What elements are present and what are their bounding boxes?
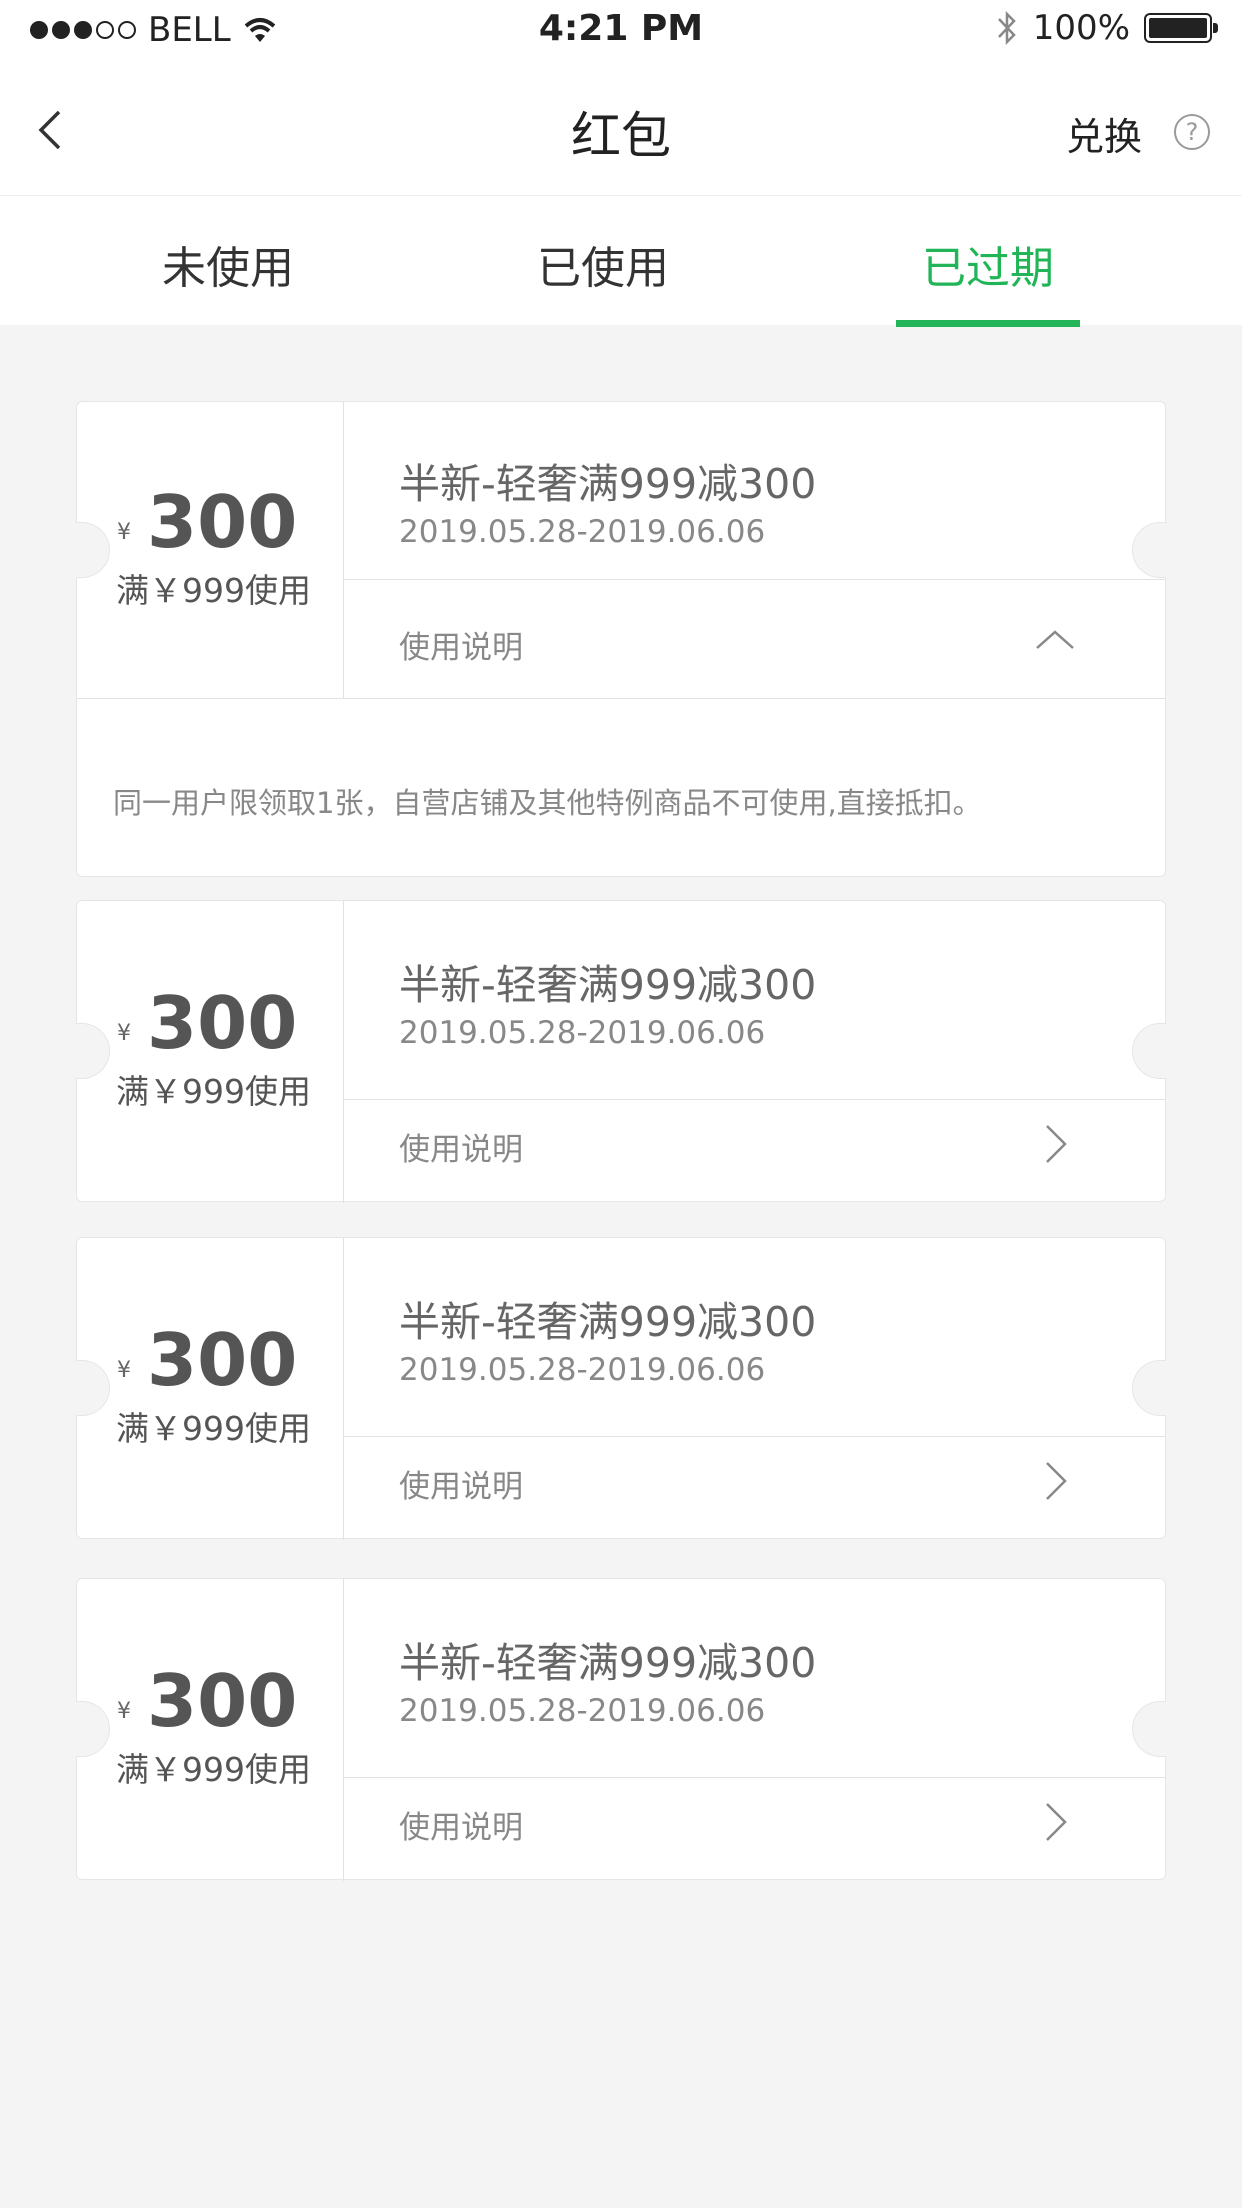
usage-label: 使用说明 [399, 1469, 523, 1505]
coupon-amount-section: ¥ 300 满￥999使用 [77, 1238, 344, 1540]
coupon-info-section: 半新-轻奢满999减300 2019.05.28-2019.06.06 使用说明 [344, 402, 1165, 698]
coupon-title: 半新-轻奢满999减300 [399, 1639, 817, 1687]
tab-unused[interactable]: 未使用 [78, 232, 378, 296]
usage-description: 同一用户限领取1张，自营店铺及其他特例商品不可使用,直接抵扣。 [113, 786, 982, 820]
coupon-card: ¥ 300 满￥999使用 半新-轻奢满999减300 2019.05.28-2… [76, 1237, 1166, 1540]
battery-percent: 100% [1032, 8, 1130, 48]
currency-symbol: ¥ [117, 520, 131, 545]
help-icon[interactable]: ? [1174, 114, 1210, 150]
usage-label: 使用说明 [399, 1810, 523, 1846]
coupon-amount: 300 [147, 480, 298, 564]
coupon-amount: 300 [147, 1318, 298, 1402]
coupon-threshold: 满￥999使用 [116, 1409, 311, 1448]
active-tab-indicator [896, 320, 1080, 327]
page: BELL 4:21 PM 100% 红包 兑换 ? 未使用 已使用 已过期 ¥ … [0, 0, 1242, 2208]
coupon-title: 半新-轻奢满999减300 [399, 1298, 817, 1346]
tab-expired[interactable]: 已过期 [838, 232, 1138, 296]
status-right: 100% [995, 8, 1218, 48]
coupon-title: 半新-轻奢满999减300 [399, 961, 817, 1009]
chevron-right-icon [1046, 1462, 1067, 1500]
usage-toggle[interactable]: 使用说明 [344, 1777, 1165, 1881]
coupon-threshold: 满￥999使用 [116, 1072, 311, 1111]
chevron-up-icon [1036, 630, 1074, 649]
usage-label: 使用说明 [399, 1132, 523, 1168]
coupon-card: ¥ 300 满￥999使用 半新-轻奢满999减300 2019.05.28-2… [76, 1578, 1166, 1881]
coupon-amount-section: ¥ 300 满￥999使用 [77, 901, 344, 1203]
nav-bar: 红包 兑换 ? [0, 60, 1242, 195]
coupon-amount: 300 [147, 981, 298, 1065]
currency-symbol: ¥ [117, 1358, 131, 1383]
tab-used[interactable]: 已使用 [453, 232, 753, 296]
coupon-threshold: 满￥999使用 [116, 571, 311, 610]
coupon-amount-section: ¥ 300 满￥999使用 [77, 1579, 344, 1881]
coupon-date: 2019.05.28-2019.06.06 [399, 1352, 766, 1388]
usage-toggle[interactable]: 使用说明 [344, 579, 1165, 698]
chevron-right-icon [1046, 1125, 1067, 1163]
battery-icon [1144, 13, 1218, 43]
coupon-info-section: 半新-轻奢满999减300 2019.05.28-2019.06.06 使用说明 [344, 1579, 1165, 1881]
coupon-amount: 300 [147, 1659, 298, 1743]
coupon-amount-section: ¥ 300 满￥999使用 [77, 402, 344, 698]
coupon-date: 2019.05.28-2019.06.06 [399, 514, 766, 550]
tab-bar: 未使用 已使用 已过期 [0, 195, 1242, 327]
coupon-title: 半新-轻奢满999减300 [399, 460, 817, 508]
chevron-right-icon [1046, 1803, 1067, 1841]
page-title: 红包 [571, 107, 671, 165]
usage-label: 使用说明 [399, 630, 523, 666]
exchange-button[interactable]: 兑换 [1066, 106, 1142, 161]
coupon-date: 2019.05.28-2019.06.06 [399, 1015, 766, 1051]
coupon-info-section: 半新-轻奢满999减300 2019.05.28-2019.06.06 使用说明 [344, 901, 1165, 1203]
coupon-date: 2019.05.28-2019.06.06 [399, 1693, 766, 1729]
coupon-card: ¥ 300 满￥999使用 半新-轻奢满999减300 2019.05.28-2… [76, 401, 1166, 877]
coupon-card: ¥ 300 满￥999使用 半新-轻奢满999减300 2019.05.28-2… [76, 900, 1166, 1203]
usage-toggle[interactable]: 使用说明 [344, 1436, 1165, 1540]
divider [77, 698, 1165, 699]
currency-symbol: ¥ [117, 1699, 131, 1724]
coupon-threshold: 满￥999使用 [116, 1750, 311, 1789]
bluetooth-icon [997, 10, 1016, 46]
currency-symbol: ¥ [117, 1021, 131, 1046]
status-bar: BELL 4:21 PM 100% [0, 0, 1242, 60]
usage-toggle[interactable]: 使用说明 [344, 1099, 1165, 1203]
coupon-info-section: 半新-轻奢满999减300 2019.05.28-2019.06.06 使用说明 [344, 1238, 1165, 1540]
